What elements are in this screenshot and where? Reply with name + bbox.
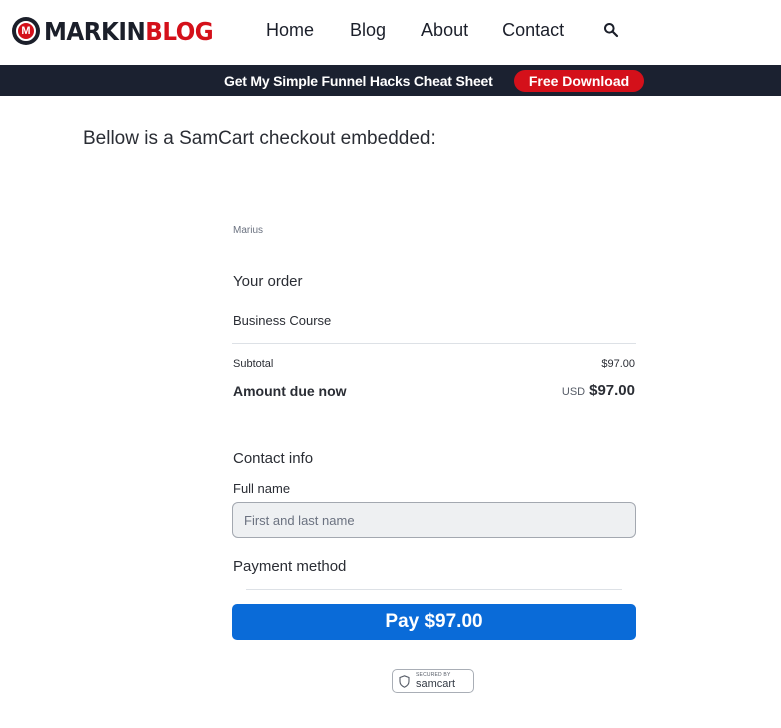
site-header: M MARKINBLOG Home Blog About Contact <box>0 0 781 65</box>
full-name-input[interactable] <box>232 502 636 538</box>
samcart-brand: samcart <box>416 677 456 690</box>
amount-due-currency: USD <box>561 386 586 398</box>
site-logo[interactable]: M MARKINBLOG <box>12 16 228 46</box>
contact-info-title: Contact info <box>233 450 314 467</box>
promo-text: Get My Simple Funnel Hacks Cheat Sheet <box>224 73 493 89</box>
nav-home[interactable]: Home <box>266 20 314 41</box>
subtotal-value: $97.00 <box>601 358 635 370</box>
secured-by-text: SECURED BY <box>416 671 451 678</box>
order-divider <box>232 343 636 344</box>
main-nav: Home Blog About Contact <box>266 20 564 41</box>
pay-button[interactable]: Pay $97.00 <box>232 604 636 640</box>
order-title: Your order <box>233 273 303 290</box>
nav-about[interactable]: About <box>421 20 468 41</box>
full-name-label: Full name <box>233 481 291 496</box>
nav-blog[interactable]: Blog <box>350 20 386 41</box>
promo-bar: Get My Simple Funnel Hacks Cheat Sheet F… <box>0 65 781 96</box>
amount-due: USD $97.00 <box>562 382 635 399</box>
payment-divider <box>246 589 622 590</box>
nav-contact[interactable]: Contact <box>502 20 564 41</box>
payment-method-title: Payment method <box>233 558 347 575</box>
amount-due-label: Amount due now <box>233 383 347 399</box>
store-name: Marius <box>233 225 264 236</box>
free-download-button[interactable]: Free Download <box>514 70 644 92</box>
shield-icon <box>399 674 410 688</box>
intro-text: Bellow is a SamCart checkout embedded: <box>83 128 436 149</box>
logo-mark-icon: M <box>12 17 40 45</box>
subtotal-label: Subtotal <box>233 358 274 370</box>
logo-text-part2: BLOG <box>145 16 214 46</box>
search-icon[interactable] <box>603 22 619 38</box>
logo-text-part1: MARKIN <box>44 16 146 46</box>
secured-by-samcart-badge[interactable]: SECURED BY samcart <box>392 669 474 693</box>
amount-due-value: $97.00 <box>589 382 635 399</box>
product-name: Business Course <box>233 313 332 328</box>
logo-text: MARKINBLOG <box>44 16 214 46</box>
